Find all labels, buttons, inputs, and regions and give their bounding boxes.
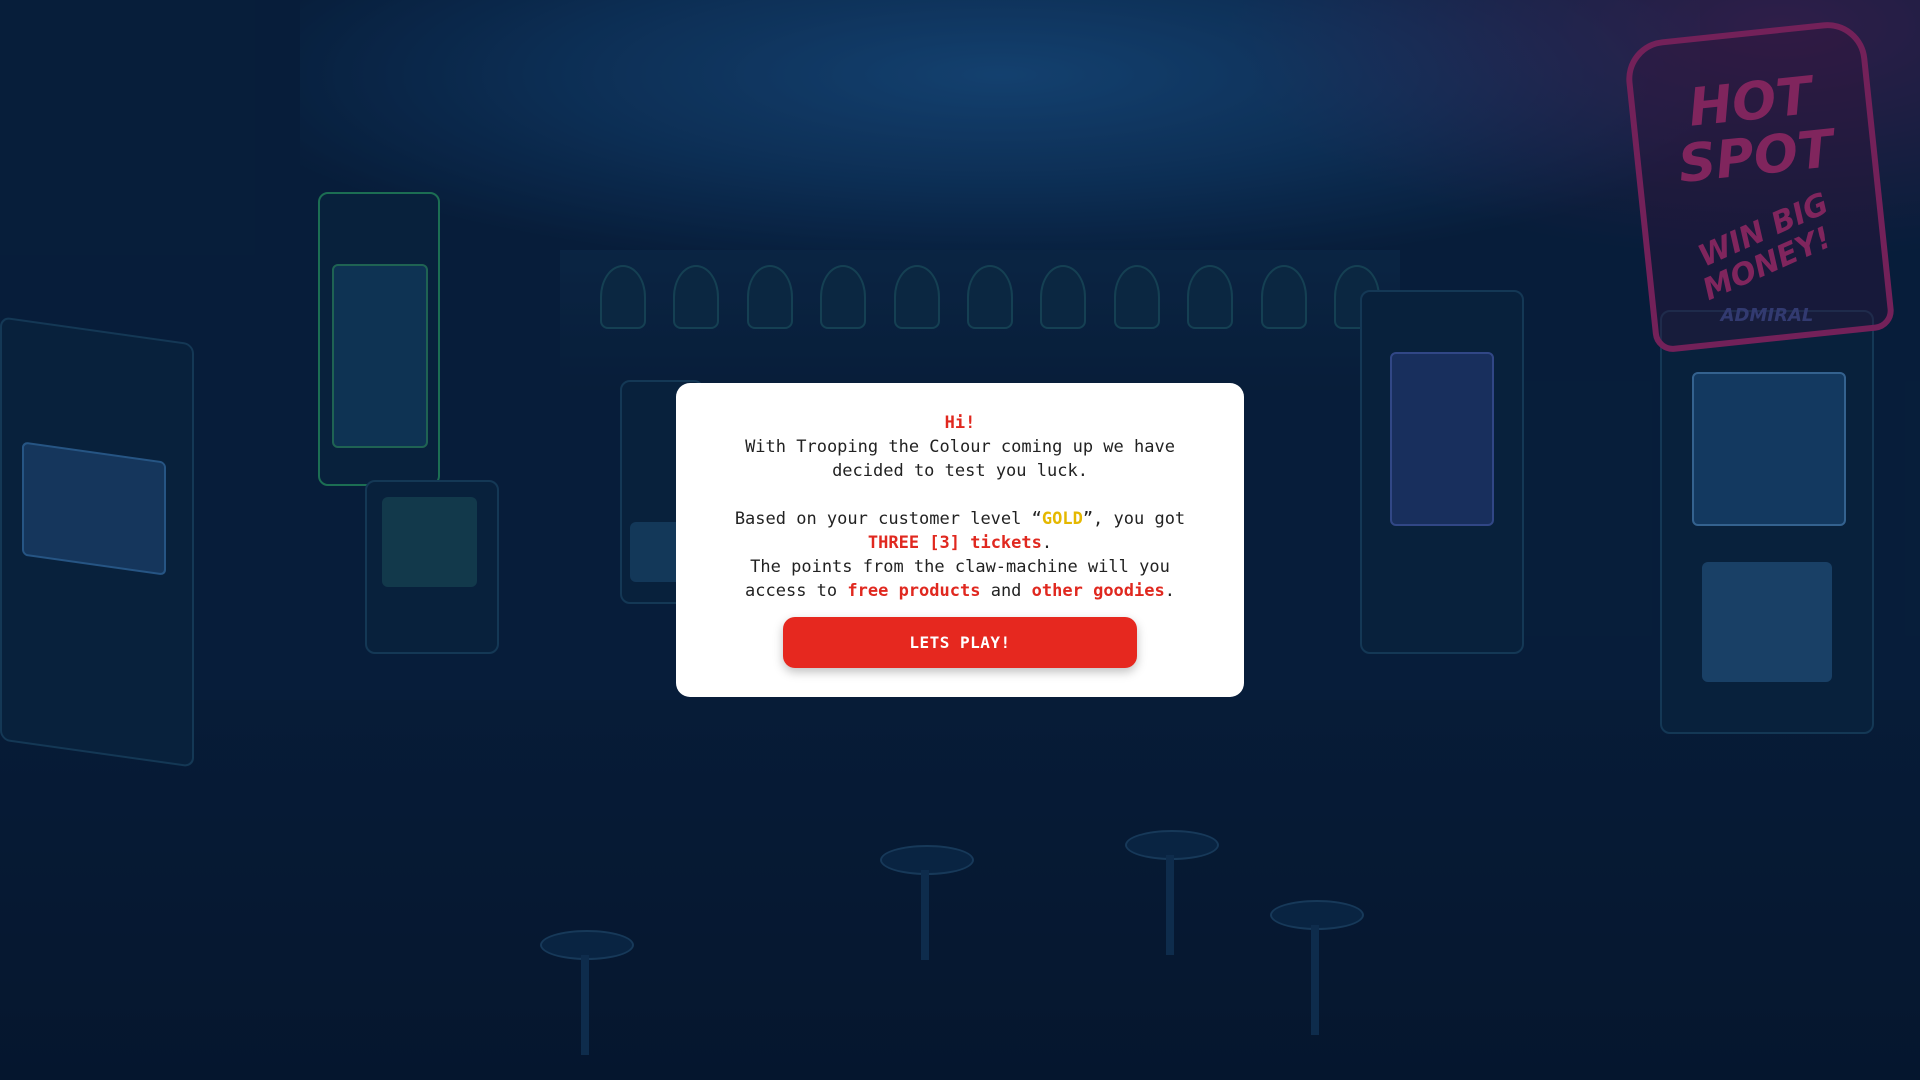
- customer-level-badge: GOLD: [1041, 509, 1083, 529]
- tickets-count: THREE [3] tickets: [867, 533, 1042, 553]
- level-suffix: ”, you got: [1082, 509, 1186, 529]
- game-invite-modal: Hi! With Trooping the Colour coming up w…: [676, 383, 1244, 697]
- end-period: .: [1164, 581, 1175, 601]
- level-prefix: Based on your customer level “: [734, 509, 1042, 529]
- and-text: and: [990, 581, 1022, 601]
- tickets-period: .: [1041, 533, 1053, 553]
- intro-text: With Trooping the Colour coming up we ha…: [745, 437, 1175, 481]
- lets-play-button[interactable]: LETS PLAY!: [783, 617, 1137, 668]
- other-goodies-text: other goodies: [1031, 581, 1165, 601]
- greeting-text: Hi!: [944, 413, 976, 433]
- tickets-line: THREE [3] tickets.: [716, 531, 1204, 555]
- rewards-line: The points from the claw-machine will yo…: [716, 555, 1204, 603]
- arcade-background: ADMIRAL HOT SPOT WIN BIG MONEY! Hi! With…: [0, 0, 1920, 1080]
- customer-level-line: Based on your customer level “GOLD”, you…: [716, 507, 1204, 531]
- free-products-text: free products: [847, 581, 981, 601]
